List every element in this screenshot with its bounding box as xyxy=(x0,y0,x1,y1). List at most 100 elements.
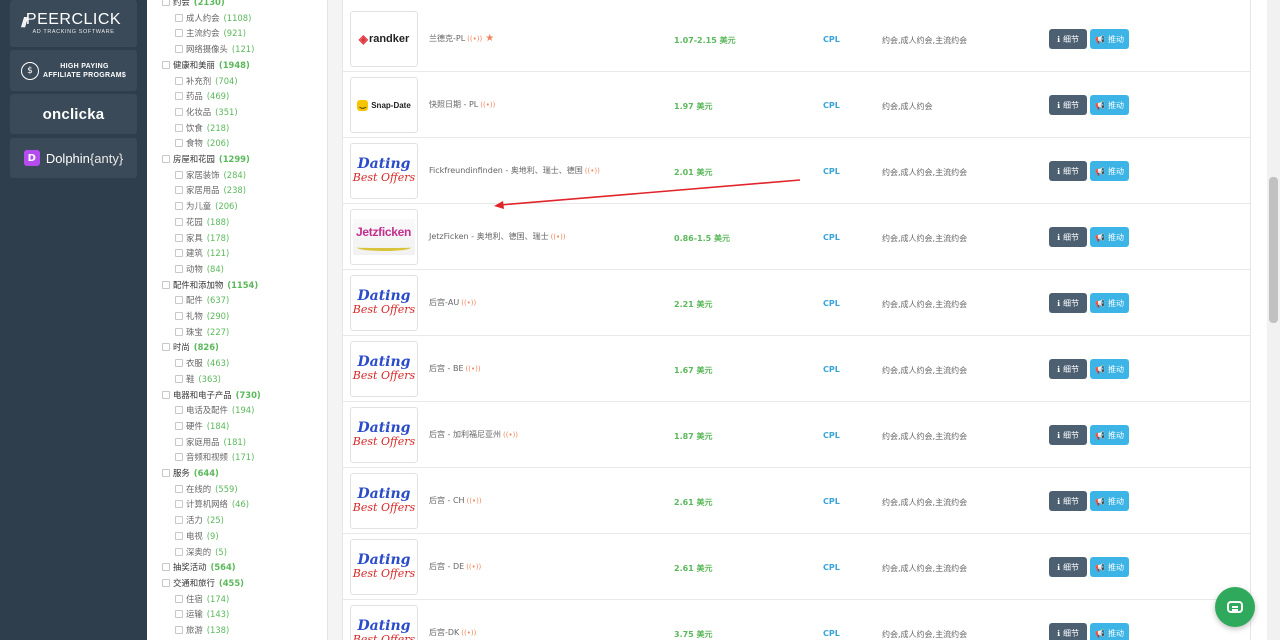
peerclick-banner[interactable]: /// PEERCLICK AD TRACKING SOFTWARE xyxy=(10,0,137,47)
promote-button[interactable]: 📢 推动 xyxy=(1090,29,1129,49)
offer-logo[interactable]: ◈ randker xyxy=(350,11,418,67)
category-checkbox[interactable] xyxy=(175,107,183,116)
category-checkbox[interactable] xyxy=(162,469,170,477)
subcategory-item[interactable]: 为儿童 (206) xyxy=(147,199,238,213)
promote-button[interactable]: 📢 推动 xyxy=(1090,293,1129,313)
subcategory-item[interactable]: 补充剂 (704) xyxy=(147,74,238,88)
offer-name-text[interactable]: Fickfreundinfinden - 奥地利、瑞士、德国 xyxy=(429,166,583,175)
offer-name-text[interactable]: 后宫 - DE xyxy=(429,562,464,571)
promote-button[interactable]: 📢 推动 xyxy=(1090,557,1129,577)
subcategory-item[interactable]: 主流约会 (921) xyxy=(147,26,246,40)
offer-logo[interactable]: Dating Best Offers xyxy=(350,341,418,397)
category-checkbox[interactable] xyxy=(162,343,170,352)
subcategory-item[interactable]: 旅游 (138) xyxy=(147,623,229,637)
category-checkbox[interactable] xyxy=(162,578,170,587)
category-checkbox[interactable] xyxy=(175,547,183,556)
offer-name-text[interactable]: 后宫 - 加利福尼亚州 xyxy=(429,430,501,439)
offer-name[interactable]: 后宫 - DE ((•)) xyxy=(429,561,481,572)
offer-name-text[interactable]: 后宫 - CH xyxy=(429,496,465,505)
category-item[interactable]: 健康和美丽 (1948) xyxy=(147,58,250,72)
subcategory-item[interactable]: 深奥的 (5) xyxy=(147,545,227,559)
category-checkbox[interactable] xyxy=(162,155,170,163)
dolphin-anty-banner[interactable]: D Dolphin{anty} xyxy=(10,138,137,178)
category-checkbox[interactable] xyxy=(175,374,183,383)
offer-logo[interactable]: Dating Best Offers xyxy=(350,275,418,331)
category-checkbox[interactable] xyxy=(175,500,183,509)
subcategory-item[interactable]: 电视 (9) xyxy=(147,529,219,543)
subcategory-item[interactable]: 在线的 (559) xyxy=(147,482,238,496)
detail-button[interactable]: ℹ 细节 xyxy=(1049,359,1087,379)
category-checkbox[interactable] xyxy=(175,170,183,179)
category-checkbox[interactable] xyxy=(175,626,183,634)
offer-name[interactable]: 后宫 - 加利福尼亚州 ((•)) xyxy=(429,429,518,440)
category-checkbox[interactable] xyxy=(175,453,183,462)
page-scrollbar[interactable] xyxy=(1267,0,1280,640)
category-checkbox[interactable] xyxy=(175,233,183,242)
promote-button[interactable]: 📢 推动 xyxy=(1090,491,1129,511)
category-checkbox[interactable] xyxy=(175,312,183,320)
promote-button[interactable]: 📢 推动 xyxy=(1090,623,1129,640)
category-checkbox[interactable] xyxy=(175,437,183,446)
promote-button[interactable]: 📢 推动 xyxy=(1090,425,1129,445)
category-checkbox[interactable] xyxy=(175,249,183,258)
subcategory-item[interactable]: 活力 (25) xyxy=(147,513,224,527)
promote-button[interactable]: 📢 推动 xyxy=(1090,95,1129,115)
subcategory-item[interactable]: 住宿 (174) xyxy=(147,592,229,606)
category-checkbox[interactable] xyxy=(162,280,170,289)
offer-name-text[interactable]: 后宫-AU xyxy=(429,298,459,307)
subcategory-item[interactable]: 配件 (637) xyxy=(147,293,229,307)
category-checkbox[interactable] xyxy=(175,123,183,132)
onclicka-banner[interactable]: onclicka xyxy=(10,94,137,134)
subcategory-item[interactable]: 音频和视频 (171) xyxy=(147,450,254,464)
offer-name-text[interactable]: 快照日期 - PL xyxy=(429,100,478,109)
detail-button[interactable]: ℹ 细节 xyxy=(1049,29,1087,49)
subcategory-item[interactable]: 动物 (84) xyxy=(147,262,224,276)
offer-logo[interactable]: Jetzficken xyxy=(350,209,418,265)
category-item[interactable]: 配件和添加物 (1154) xyxy=(147,278,258,292)
category-checkbox[interactable] xyxy=(175,610,183,619)
detail-button[interactable]: ℹ 细节 xyxy=(1049,557,1087,577)
detail-button[interactable]: ℹ 细节 xyxy=(1049,491,1087,511)
subcategory-item[interactable]: 家居用品 (238) xyxy=(147,183,246,197)
subcategory-item[interactable]: 饮食 (218) xyxy=(147,121,229,135)
subcategory-item[interactable]: 成人约会 (1108) xyxy=(147,11,251,25)
subcategory-item[interactable]: 硬件 (184) xyxy=(147,419,229,433)
offer-logo[interactable]: Dating Best Offers xyxy=(350,473,418,529)
category-checkbox[interactable] xyxy=(175,45,183,54)
category-checkbox[interactable] xyxy=(175,406,183,415)
subcategory-item[interactable]: 珠宝 (227) xyxy=(147,325,229,339)
category-checkbox[interactable] xyxy=(175,186,183,195)
category-item[interactable]: 交通和旅行 (455) xyxy=(147,576,244,590)
category-checkbox[interactable] xyxy=(175,76,183,85)
detail-button[interactable]: ℹ 细节 xyxy=(1049,425,1087,445)
offer-name[interactable]: 后宫 - BE ((•)) xyxy=(429,363,481,374)
offer-name-text[interactable]: 后宫-DK xyxy=(429,628,459,637)
offer-logo[interactable]: Dating Best Offers xyxy=(350,143,418,199)
subcategory-item[interactable]: 药品 (469) xyxy=(147,89,229,103)
subcategory-item[interactable]: 建筑 (121) xyxy=(147,246,229,260)
category-checkbox[interactable] xyxy=(175,327,183,336)
category-checkbox[interactable] xyxy=(175,516,183,525)
offer-logo[interactable]: Dating Best Offers xyxy=(350,407,418,463)
subcategory-item[interactable]: 网络摄像头 (121) xyxy=(147,42,254,56)
category-checkbox[interactable] xyxy=(175,359,183,368)
category-checkbox[interactable] xyxy=(175,594,183,603)
offer-name[interactable]: 后宫 - CH ((•)) xyxy=(429,495,482,506)
category-item[interactable]: 时尚 (826) xyxy=(147,340,219,354)
category-checkbox[interactable] xyxy=(175,484,183,493)
high-paying-banner[interactable]: $ HIGH PAYING AFFILIATE PROGRAM$ xyxy=(10,50,137,91)
offer-name[interactable]: Fickfreundinfinden - 奥地利、瑞士、德国 ((•)) xyxy=(429,165,600,176)
subcategory-item[interactable]: 家居装饰 (284) xyxy=(147,168,246,182)
offer-logo[interactable]: ‿ Snap-Date xyxy=(350,77,418,133)
offer-name[interactable]: 兰德克-PL ((•)) ★ xyxy=(429,33,494,44)
category-checkbox[interactable] xyxy=(162,563,170,572)
category-checkbox[interactable] xyxy=(175,531,183,540)
category-checkbox[interactable] xyxy=(175,29,183,38)
category-item[interactable]: 电器和电子产品 (730) xyxy=(147,388,261,402)
promote-button[interactable]: 📢 推动 xyxy=(1090,161,1129,181)
offer-name[interactable]: 快照日期 - PL ((•)) xyxy=(429,99,495,110)
detail-button[interactable]: ℹ 细节 xyxy=(1049,95,1087,115)
category-item[interactable]: 抽奖活动 (564) xyxy=(147,560,236,574)
offer-logo[interactable]: Dating Best Offers xyxy=(350,539,418,595)
offer-name[interactable]: JetzFicken - 奥地利、德国、瑞士 ((•)) xyxy=(429,231,566,242)
